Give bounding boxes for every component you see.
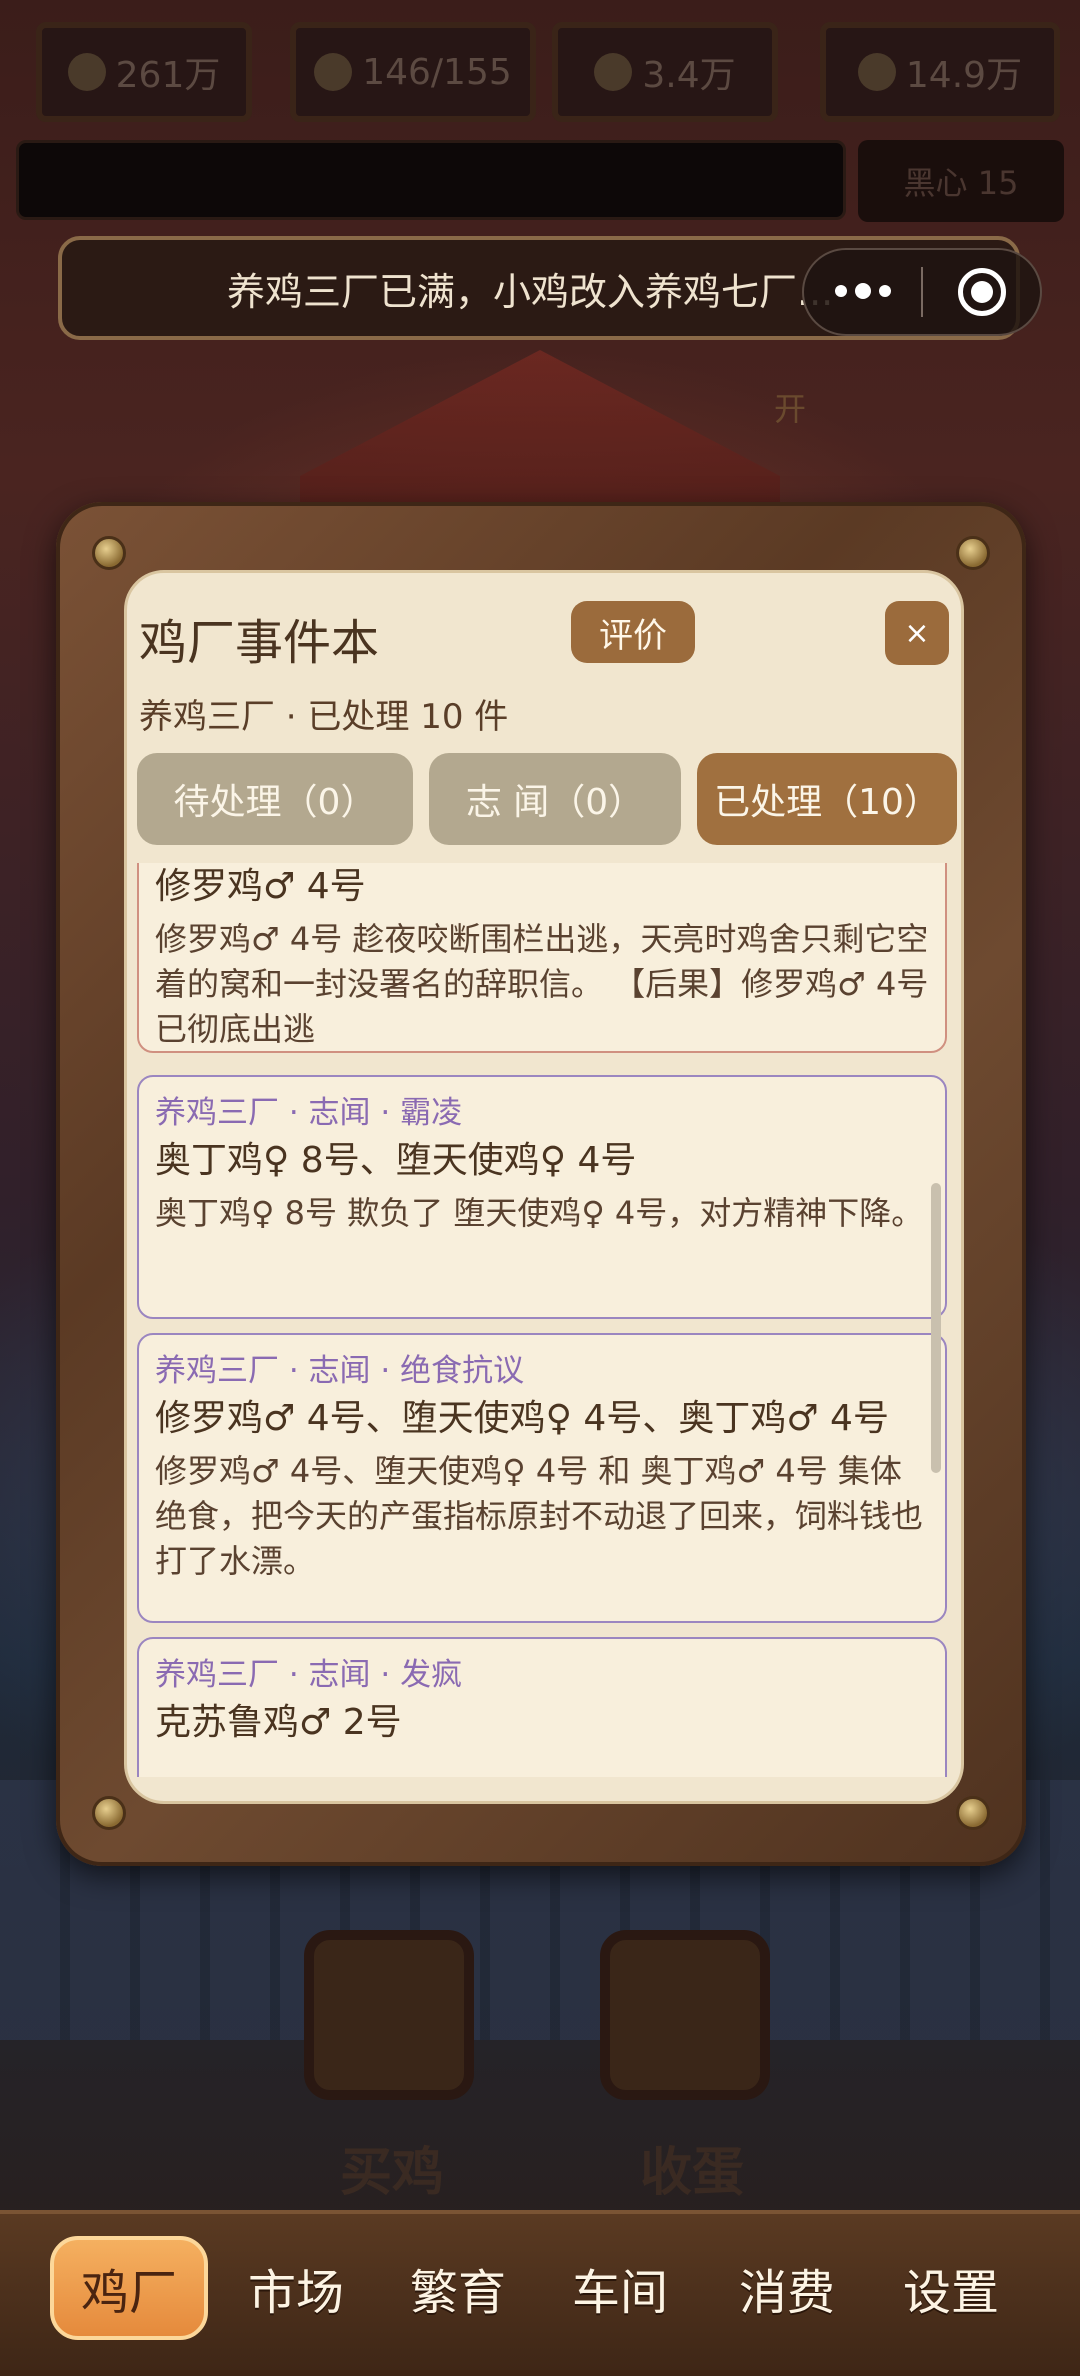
nav-chicken-farm[interactable]: 鸡厂 bbox=[50, 2236, 208, 2340]
heart-badge: 黑心 15 bbox=[858, 140, 1064, 222]
event-card: 养鸡三厂 · 志闻 · 发疯 克苏鲁鸡♂ 2号 bbox=[137, 1637, 947, 1777]
event-name: 修罗鸡♂ 4号 bbox=[155, 866, 366, 907]
event-card: 养鸡三厂 · 志闻 · 绝食抗议 修罗鸡♂ 4号、堕天使鸡♀ 4号、奥丁鸡♂ 4… bbox=[137, 1333, 947, 1623]
collect-eggs-button bbox=[600, 1930, 770, 2100]
nav-settings[interactable]: 设置 bbox=[876, 2236, 1026, 2340]
event-name: 奥丁鸡♀ 8号、堕天使鸡♀ 4号 bbox=[155, 1140, 637, 1181]
rate-button[interactable]: 评价 bbox=[571, 601, 695, 663]
event-tag: 养鸡三厂 · 志闻 · 霸凌 bbox=[155, 1095, 463, 1131]
chicken-icon bbox=[314, 53, 353, 91]
event-tag: 养鸡三厂 · 志闻 · 绝食抗议 bbox=[155, 1353, 525, 1389]
feed-icon bbox=[857, 53, 896, 91]
tab-news[interactable]: 志 闻（0） bbox=[429, 753, 681, 845]
event-card: 养鸡三厂 · 志闻 · 霸凌 奥丁鸡♀ 8号、堕天使鸡♀ 4号 奥丁鸡♀ 8号 … bbox=[137, 1075, 947, 1319]
event-name: 克苏鲁鸡♂ 2号 bbox=[155, 1702, 402, 1743]
close-miniprogram-button[interactable] bbox=[923, 268, 1040, 316]
collect-eggs-label: 收蛋 bbox=[640, 2143, 745, 2203]
nav-breeding[interactable]: 繁育 bbox=[384, 2236, 532, 2340]
feed-counter: 14.9万 bbox=[820, 22, 1060, 122]
more-icon[interactable] bbox=[804, 283, 921, 299]
modal-title: 鸡厂事件本 bbox=[139, 615, 380, 671]
modal-subtitle: 养鸡三厂 · 已处理 10 件 bbox=[139, 697, 509, 737]
nav-consume[interactable]: 消费 bbox=[708, 2236, 866, 2340]
event-description: 修罗鸡♂ 4号 趁夜咬断围栏出逃，天亮时鸡舍只剩它空着的窝和一封没署名的辞职信。… bbox=[155, 920, 929, 1048]
event-tag: 养鸡三厂 · 志闻 · 发疯 bbox=[155, 1657, 463, 1693]
nav-market[interactable]: 市场 bbox=[222, 2236, 370, 2340]
target-icon bbox=[957, 268, 1006, 316]
coin-counter: 261万 bbox=[36, 22, 252, 122]
tab-processed[interactable]: 已处理（10） bbox=[697, 753, 957, 845]
chicken-counter: 146/155 bbox=[290, 22, 536, 122]
coin-icon bbox=[67, 53, 106, 91]
event-card: 修罗鸡♂ 4号 修罗鸡♂ 4号 趁夜咬断围栏出逃，天亮时鸡舍只剩它空着的窝和一封… bbox=[137, 863, 947, 1053]
egg-counter: 3.4万 bbox=[552, 22, 778, 122]
event-list[interactable]: 修罗鸡♂ 4号 修罗鸡♂ 4号 趁夜咬断围栏出逃，天亮时鸡舍只剩它空着的窝和一封… bbox=[127, 863, 961, 1777]
close-button[interactable]: × bbox=[885, 601, 949, 665]
buy-chicken-button bbox=[304, 1930, 474, 2100]
rivet-icon bbox=[956, 536, 990, 570]
nav-workshop[interactable]: 车间 bbox=[546, 2236, 694, 2340]
event-book-modal: 鸡厂事件本 评价 × 养鸡三厂 · 已处理 10 件 待处理（0） 志 闻（0）… bbox=[124, 570, 964, 1804]
name-bar bbox=[16, 140, 846, 220]
rivet-icon bbox=[92, 536, 126, 570]
open-label: 开 bbox=[774, 390, 807, 428]
list-scrollbar[interactable] bbox=[931, 1183, 941, 1473]
event-description: 奥丁鸡♀ 8号 欺负了 堕天使鸡♀ 4号，对方精神下降。 bbox=[155, 1194, 924, 1232]
egg-icon bbox=[594, 53, 633, 91]
buy-chicken-label: 买鸡 bbox=[340, 2143, 445, 2203]
tab-pending[interactable]: 待处理（0） bbox=[137, 753, 413, 845]
rivet-icon bbox=[92, 1796, 126, 1830]
event-name: 修罗鸡♂ 4号、堕天使鸡♀ 4号、奥丁鸡♂ 4号 bbox=[155, 1398, 889, 1439]
miniprogram-capsule bbox=[802, 248, 1042, 336]
toast-text: 养鸡三厂已满，小鸡改入养鸡七厂... bbox=[227, 269, 834, 314]
rivet-icon bbox=[956, 1796, 990, 1830]
event-description: 修罗鸡♂ 4号、堕天使鸡♀ 4号 和 奥丁鸡♂ 4号 集体绝食，把今天的产蛋指标… bbox=[155, 1452, 924, 1580]
